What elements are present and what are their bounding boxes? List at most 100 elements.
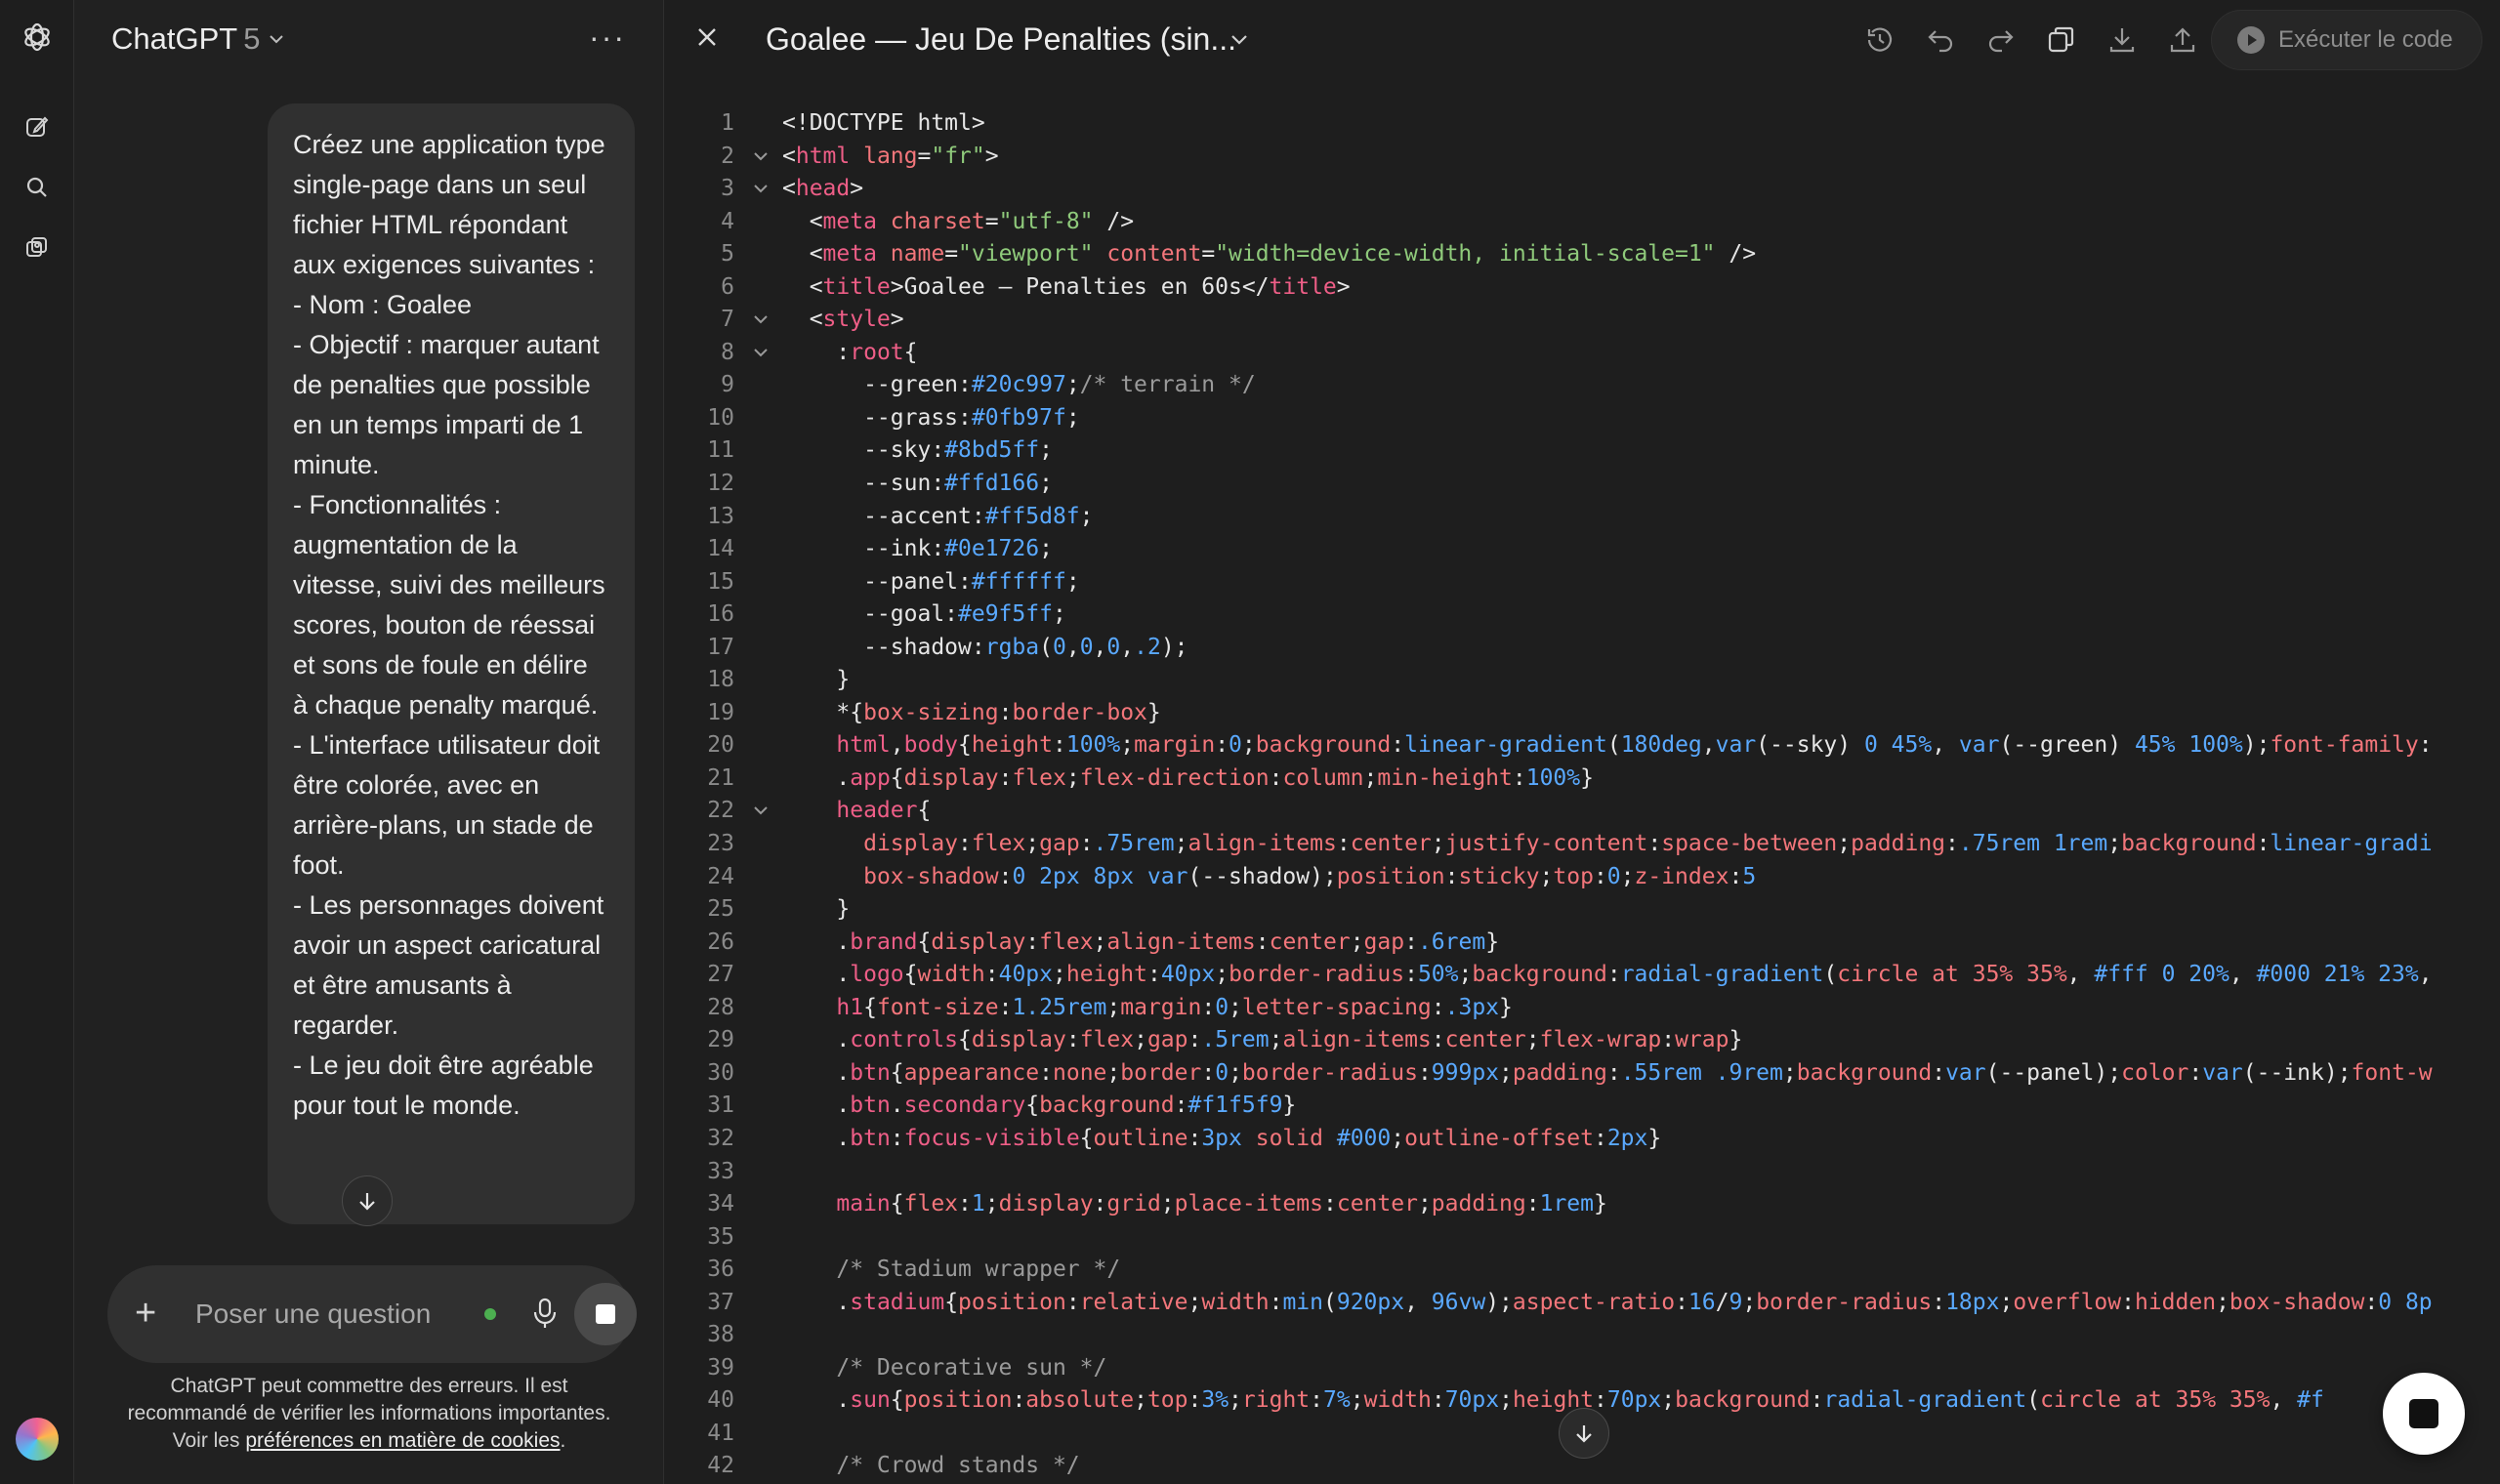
code-line: 28 h1{font-size:1.25rem;margin:0;letter-… <box>664 992 2500 1025</box>
line-number: 1 <box>721 110 734 136</box>
line-number: 5 <box>721 241 734 268</box>
stop-button[interactable] <box>574 1283 637 1345</box>
code-token: : <box>1606 1059 1621 1086</box>
code-token: background <box>2121 831 2257 857</box>
code-token: 180deg <box>1620 732 1702 759</box>
line-number: 30 <box>707 1059 734 1086</box>
code-text: <title>Goalee — Penalties en 60s</title> <box>782 271 1351 305</box>
code-token: { <box>958 732 972 759</box>
line-number: 12 <box>707 471 734 497</box>
add-attachment-button[interactable]: + <box>135 1295 156 1332</box>
code-token: 1.25rem <box>1012 994 1107 1020</box>
code-token: : <box>1215 732 1229 759</box>
code-token: relative <box>1079 1289 1188 1315</box>
code-token: ( <box>1039 634 1053 660</box>
code-token: 0 <box>1052 634 1066 660</box>
code-token: , <box>2418 962 2433 988</box>
code-token: hidden <box>2134 1289 2217 1315</box>
cookies-link[interactable]: préférences en matière de cookies <box>245 1429 560 1452</box>
code-editor[interactable]: 1 <!DOCTYPE html> 2 <html lang="fr"> 3 <head>… <box>664 107 2500 1484</box>
code-token: : <box>1593 863 1607 889</box>
code-token: : <box>1444 863 1459 889</box>
code-token: min <box>1282 1289 1323 1315</box>
share-icon[interactable] <box>2166 23 2199 62</box>
code-line: 25 } <box>664 893 2500 927</box>
code-token: , <box>1093 634 1107 660</box>
code-token: flex <box>1079 1027 1135 1053</box>
more-options-icon[interactable]: ··· <box>589 20 626 56</box>
code-token: < <box>782 143 796 169</box>
history-icon[interactable] <box>1863 23 1896 62</box>
composer: + Poser une question <box>107 1265 637 1363</box>
code-token: < <box>782 307 823 333</box>
code-token: / <box>1715 1289 1729 1315</box>
code-token: root <box>850 339 904 365</box>
code-token: --green: <box>782 372 972 398</box>
search-icon[interactable] <box>20 170 55 205</box>
openai-logo-icon[interactable] <box>20 20 55 55</box>
code-token: 3% <box>1201 1387 1229 1414</box>
stop-generation-button[interactable] <box>2383 1373 2465 1455</box>
code-token: , <box>1701 732 1716 759</box>
code-text: --goal:#e9f5ff; <box>782 598 1066 632</box>
code-token: : <box>1404 928 1418 955</box>
library-icon[interactable] <box>20 230 55 266</box>
chevron-down-icon[interactable] <box>1227 27 1252 58</box>
code-token: #ffffff <box>971 568 1066 595</box>
code-token: var <box>1958 732 2000 759</box>
line-number: 36 <box>707 1257 734 1283</box>
code-token: ; <box>1120 732 1135 759</box>
code-token: >Goalee — Penalties en 60s</ <box>890 273 1270 300</box>
code-line: 12 --sun:#ffd166; <box>664 468 2500 501</box>
redo-icon[interactable] <box>1984 23 2018 62</box>
model-selector[interactable]: ChatGPT 5 <box>111 21 287 57</box>
canvas-title[interactable]: Goalee — Jeu De Penalties (sin... <box>766 21 1236 58</box>
code-text: --sun:#ffd166; <box>782 468 1053 501</box>
copy-icon[interactable] <box>2045 23 2078 62</box>
code-token: var <box>1715 732 1757 759</box>
code-token: background <box>1675 1387 1811 1414</box>
avatar[interactable] <box>16 1418 59 1461</box>
close-icon[interactable] <box>691 21 723 58</box>
code-token: ; <box>1499 1387 1513 1414</box>
code-token: solid <box>1255 1125 1323 1151</box>
code-token: background <box>1796 1059 1933 1086</box>
code-token: linear-gradient <box>1404 732 1607 759</box>
code-line: 17 --shadow:rgba(0,0,0,.2); <box>664 632 2500 665</box>
scroll-down-button[interactable] <box>342 1175 393 1226</box>
code-token: . <box>782 764 851 791</box>
code-token: --accent: <box>782 503 985 529</box>
code-token: .3px <box>1444 994 1500 1020</box>
question-input[interactable]: Poser une question <box>195 1298 431 1330</box>
code-token: > <box>890 307 904 333</box>
line-number: 28 <box>707 994 734 1020</box>
code-token: center <box>1269 928 1351 955</box>
code-token: display <box>998 1191 1094 1217</box>
code-token: gap <box>1363 928 1405 955</box>
code-token: #ff5d8f <box>984 503 1080 529</box>
microphone-icon[interactable] <box>531 1297 559 1335</box>
download-icon[interactable] <box>2105 23 2139 62</box>
arrow-down-icon <box>359 1193 375 1211</box>
code-token: background <box>1039 1092 1175 1119</box>
undo-icon[interactable] <box>1924 23 1957 62</box>
code-line: 32 .btn:focus-visible{outline:3px solid … <box>664 1123 2500 1156</box>
run-code-button[interactable]: Exécuter le code <box>2211 10 2482 70</box>
scroll-down-button[interactable] <box>1559 1408 1609 1459</box>
code-token: ); <box>2242 732 2271 759</box>
code-token: : <box>1525 1191 1540 1217</box>
code-token: ; <box>1065 372 1080 398</box>
code-token: ( <box>2026 1387 2041 1414</box>
code-token: = <box>944 241 959 268</box>
code-token: : <box>1810 1387 1824 1414</box>
code-token: : <box>1188 1027 1202 1053</box>
code-token: display <box>971 1027 1066 1053</box>
code-token: , <box>1404 1289 1432 1315</box>
message-line: - Le jeu doit être agréable pour tout le… <box>293 1051 594 1120</box>
new-chat-icon[interactable] <box>20 109 55 144</box>
code-token: radial-gradient <box>1823 1387 2027 1414</box>
code-token: : <box>1255 928 1270 955</box>
code-token: "viewport" <box>958 241 1094 268</box>
code-text: :root{ <box>782 337 917 370</box>
code-token: } <box>1499 994 1513 1020</box>
